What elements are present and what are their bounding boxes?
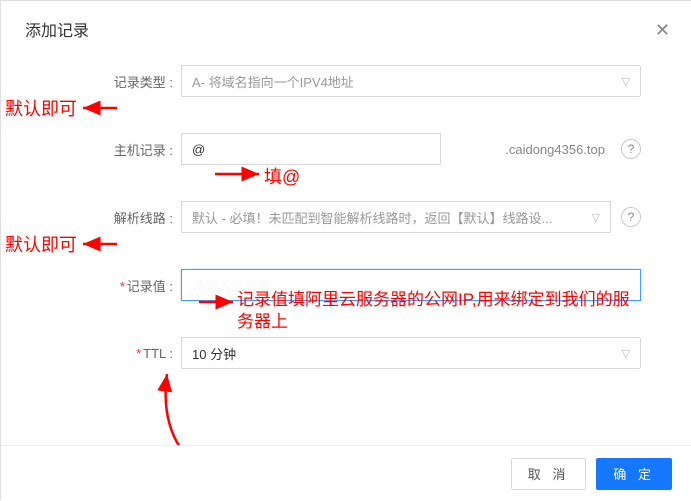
confirm-button[interactable]: 确 定 <box>596 458 672 490</box>
close-icon[interactable]: ✕ <box>655 21 670 39</box>
cancel-button[interactable]: 取 消 <box>511 458 587 490</box>
help-icon[interactable]: ? <box>621 207 641 227</box>
input-host-record-value: @ <box>192 142 205 157</box>
modal-title: 添加记录 <box>25 23 89 40</box>
input-record-value-placeholder: 请输入记录值 <box>192 276 270 295</box>
chevron-down-icon: ▽ <box>592 211 600 224</box>
select-record-type-value: A- 将域名指向一个IPV4地址 <box>192 72 354 91</box>
select-ttl[interactable]: 10 分钟 ▽ <box>181 337 641 369</box>
add-record-modal: 添加记录 ✕ 记录类型 : A- 将域名指向一个IPV4地址 ▽ 主机记录 : … <box>1 1 691 501</box>
input-record-value[interactable]: 请输入记录值 <box>181 269 641 301</box>
label-ttl: *TTL : <box>31 346 181 361</box>
modal-footer: 取 消 确 定 <box>1 445 691 501</box>
select-resolution-line[interactable]: 默认 - 必填！未匹配到智能解析线路时，返回【默认】线路设... ▽ <box>181 201 611 233</box>
label-record-type: 记录类型 : <box>31 72 181 91</box>
help-icon[interactable]: ? <box>621 139 641 159</box>
host-suffix: .caidong4356.top <box>449 142 611 157</box>
row-ttl: *TTL : 10 分钟 ▽ <box>31 337 662 369</box>
label-record-value: *记录值 : <box>31 276 181 295</box>
select-ttl-value: 10 分钟 <box>192 344 236 363</box>
input-host-record[interactable]: @ <box>181 133 441 165</box>
label-host-record: 主机记录 : <box>31 140 181 159</box>
form: 记录类型 : A- 将域名指向一个IPV4地址 ▽ 主机记录 : @ .caid… <box>1 55 691 399</box>
row-record-value: *记录值 : 请输入记录值 <box>31 269 662 301</box>
row-resolution-line: 解析线路 : 默认 - 必填！未匹配到智能解析线路时，返回【默认】线路设... … <box>31 201 662 233</box>
chevron-down-icon: ▽ <box>622 75 630 88</box>
modal-header: 添加记录 ✕ <box>1 1 691 55</box>
row-host-record: 主机记录 : @ .caidong4356.top ? <box>31 133 662 165</box>
select-record-type[interactable]: A- 将域名指向一个IPV4地址 ▽ <box>181 65 641 97</box>
label-resolution-line: 解析线路 : <box>31 208 181 227</box>
chevron-down-icon: ▽ <box>622 347 630 360</box>
row-record-type: 记录类型 : A- 将域名指向一个IPV4地址 ▽ <box>31 65 662 97</box>
select-resolution-line-value: 默认 - 必填！未匹配到智能解析线路时，返回【默认】线路设... <box>192 208 552 227</box>
